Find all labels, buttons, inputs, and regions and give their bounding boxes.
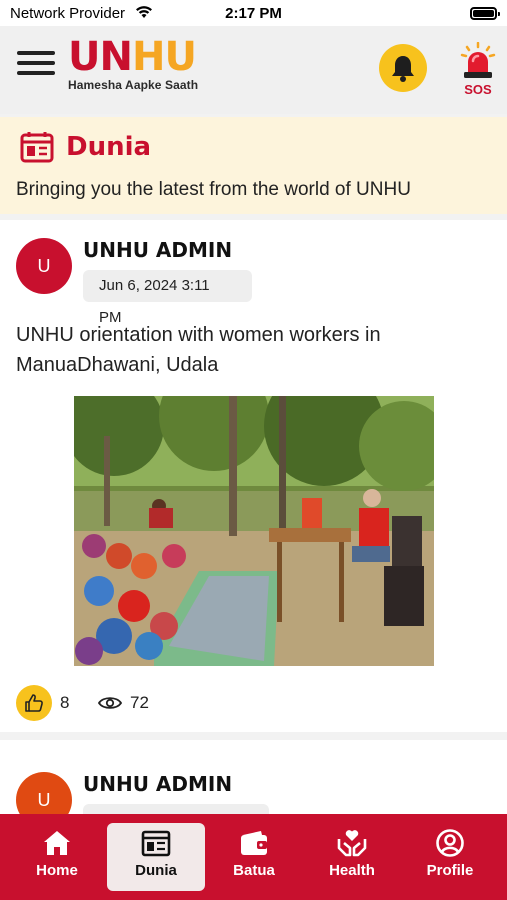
post-photo[interactable]	[74, 396, 434, 666]
nav-label: Dunia	[135, 862, 177, 879]
post-caption: UNHU orientation with women workers in M…	[16, 324, 381, 376]
section-banner: Dunia Bringing you the latest from the w…	[0, 117, 507, 214]
nav-label: Profile	[426, 862, 474, 879]
bell-icon	[392, 56, 414, 82]
battery-icon	[470, 7, 500, 20]
avatar: U	[16, 238, 72, 294]
nav-label: Home	[36, 862, 78, 879]
post-date: Jun 6, 2024 3:11 PM	[83, 270, 252, 326]
notifications-button[interactable]	[379, 44, 427, 92]
like-button[interactable]	[16, 685, 52, 721]
home-icon	[44, 831, 70, 855]
eye-icon	[98, 697, 122, 709]
sos-label: SOS	[464, 82, 492, 97]
nav-label: Batua	[233, 862, 275, 879]
post-author: UNHU ADMIN	[83, 772, 233, 796]
nav-item-profile[interactable]: Profile	[401, 823, 499, 891]
post-card[interactable]: U UNHU ADMIN	[0, 740, 507, 836]
newspaper-icon	[141, 830, 171, 857]
newspaper-icon	[20, 132, 54, 163]
siren-icon	[460, 42, 496, 78]
nav-item-home[interactable]: Home	[8, 823, 106, 891]
section-title: Dunia	[66, 132, 152, 162]
status-bar: Network Provider 2:17 PM	[0, 0, 507, 26]
app-header: UNHU Hamesha Aapke Saath SOS	[0, 26, 507, 114]
nav-item-batua[interactable]: Batua	[205, 823, 303, 891]
post-author: UNHU ADMIN	[83, 238, 233, 262]
section-subtitle: Bringing you the latest from the world o…	[16, 179, 411, 200]
nav-item-health[interactable]: Health	[303, 823, 401, 891]
thumbs-up-icon	[25, 694, 43, 712]
nav-label: Health	[329, 862, 375, 879]
clock: 2:17 PM	[225, 5, 282, 22]
menu-icon[interactable]	[17, 48, 55, 78]
logo-tagline: Hamesha Aapke Saath	[68, 78, 199, 92]
health-hands-icon	[337, 830, 367, 857]
like-count: 8	[60, 693, 70, 712]
sos-button[interactable]: SOS	[458, 42, 498, 98]
nav-item-dunia[interactable]: Dunia	[107, 823, 205, 891]
post-card[interactable]: U UNHU ADMIN Jun 6, 2024 3:11 PM UNHU or…	[0, 220, 507, 732]
view-count: 72	[130, 693, 149, 712]
bottom-nav: Home Dunia Batua Health Profile	[0, 814, 507, 900]
profile-icon	[436, 829, 464, 857]
app-logo: UNHU Hamesha Aapke Saath	[68, 36, 228, 96]
wallet-icon	[241, 831, 267, 855]
